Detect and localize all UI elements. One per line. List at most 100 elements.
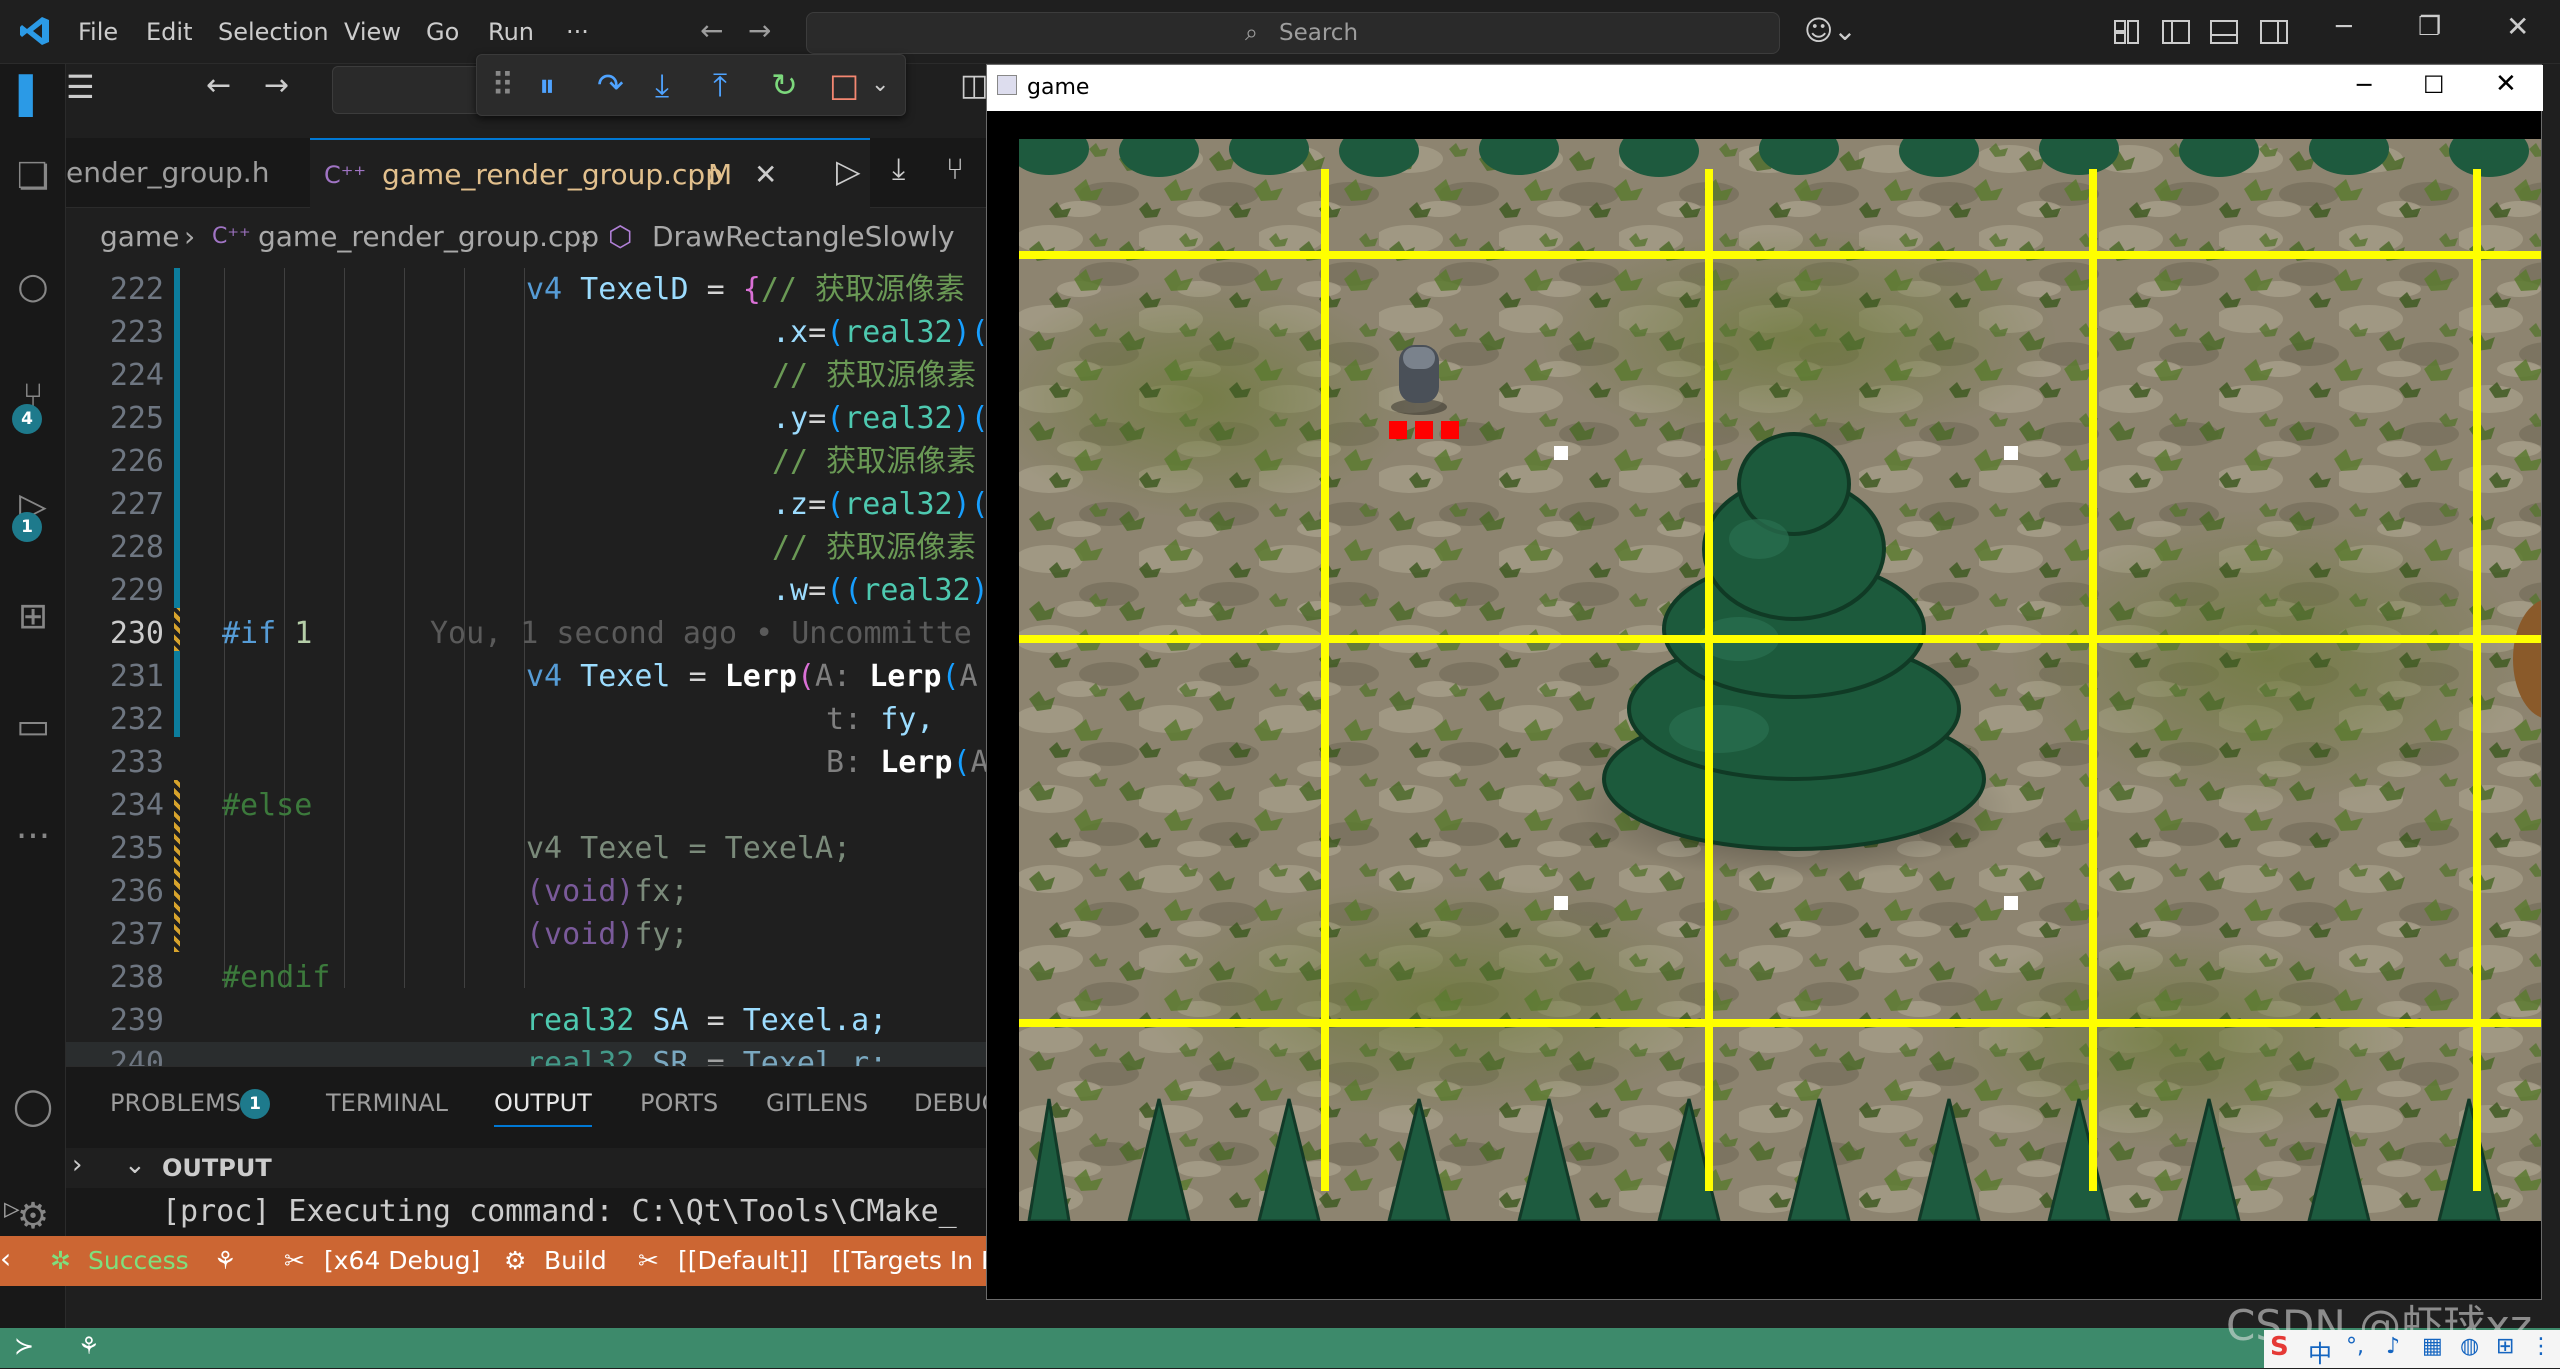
copilot-icon[interactable]: ☺⌄ (1804, 14, 1857, 47)
build-targets[interactable]: [[Targets In P (832, 1246, 996, 1275)
close-icon[interactable]: ✕ (2506, 10, 2529, 43)
toolbox-icon[interactable]: ⊞ (2496, 1334, 2514, 1359)
grid-line-vertical (2473, 169, 2481, 1191)
layout-customize-icon[interactable] (2114, 20, 2140, 44)
toggle-sidebar-icon[interactable] (2162, 20, 2190, 44)
extensions-icon[interactable]: ⊞ (0, 584, 66, 650)
editor-tabs: ender_group.h C⁺⁺ game_render_group.cpp … (66, 138, 986, 208)
code-line: 239 real32 SA = Texel.a; (109, 1003, 888, 1038)
sogou-ime-icon[interactable]: S (2270, 1332, 2289, 1362)
skin-icon[interactable]: ◍ (2460, 1334, 2479, 1359)
close-icon[interactable]: ✕ (2495, 69, 2517, 99)
debug-icon[interactable]: ⚘ (78, 1332, 100, 1360)
grid-line-vertical (1321, 169, 1329, 1191)
tab-ports[interactable]: PORTS (640, 1089, 718, 1117)
menu-file[interactable]: File (78, 18, 118, 46)
split-editor-icon[interactable]: ◫ (960, 68, 988, 103)
punctuation-icon[interactable]: °, (2346, 1334, 2364, 1359)
explorer-icon[interactable]: ❏ (0, 144, 66, 210)
breadcrumb-folder[interactable]: game (100, 220, 179, 253)
code-line: 236 (void)fx; (109, 874, 689, 909)
step-into-icon[interactable]: ⤓ (655, 63, 669, 107)
configure-preset[interactable]: [[Default]] (678, 1246, 808, 1275)
restore-icon[interactable]: ❐ (2418, 12, 2441, 42)
accounts-icon[interactable]: ◯ (0, 1074, 66, 1140)
command-center-search[interactable]: ⌕ Search (806, 12, 1780, 54)
vscode-logo-icon (20, 17, 49, 45)
step-out-icon[interactable]: ⤒ (713, 63, 727, 107)
game-scene (1019, 139, 2541, 1221)
menu-icon[interactable]: ⋮ (2530, 1334, 2552, 1359)
tab-output[interactable]: OUTPUT (494, 1089, 592, 1127)
remote-icon[interactable]: ≻ (14, 1332, 34, 1360)
tab-problems[interactable]: PROBLEMS (110, 1089, 241, 1117)
tab-gitlens[interactable]: GITLENS (766, 1089, 868, 1117)
microphone-icon[interactable]: ♪ (2386, 1334, 2400, 1359)
nav-back-icon[interactable]: ← (700, 14, 723, 47)
minimize-icon[interactable]: ─ (2357, 71, 2371, 99)
remote-explorer-icon[interactable]: ▭ (0, 694, 66, 760)
menu-more[interactable]: ··· (566, 18, 589, 46)
ime-mode[interactable]: 中 (2308, 1334, 2332, 1369)
pause-icon[interactable]: ⏸ (539, 63, 555, 107)
menu-run[interactable]: Run (488, 18, 534, 46)
more-views-icon[interactable]: ··· (0, 804, 66, 870)
step-over-icon[interactable]: ↷ (597, 63, 624, 107)
minimize-icon[interactable]: ─ (2336, 12, 2352, 42)
breadcrumb-symbol[interactable]: DrawRectangleSlowly (652, 220, 955, 253)
output-log: ▷ [proc] Executing command: C:\Qt\Tools\… (4, 1192, 986, 1236)
nav-forward-icon[interactable]: → (748, 14, 771, 47)
build-gear-icon: ⚙ (504, 1246, 527, 1275)
debug-dropdown-chevron-icon[interactable]: ⌄ (871, 63, 889, 107)
tab-close-icon[interactable]: ✕ (754, 140, 777, 210)
grid-line-vertical (2089, 169, 2097, 1191)
breadcrumb-file[interactable]: game_render_group.cpp (258, 220, 599, 253)
run-file-icon[interactable]: ▷ (836, 152, 861, 190)
remote-indicator-icon[interactable]: ‹ (0, 1242, 18, 1275)
output-section-title: OUTPUT (162, 1154, 272, 1182)
cmake-kit[interactable]: [x64 Debug] (324, 1246, 480, 1275)
forward-icon[interactable]: → (264, 68, 289, 103)
chevron-right-icon[interactable]: › (72, 1150, 82, 1180)
output-section-header[interactable]: › ⌄ OUTPUT (66, 1148, 986, 1188)
menu-view[interactable]: View (344, 18, 401, 46)
debug-toolbar: ⠿ ⏸ ↷ ⤓ ⤒ ↻ □ ⌄ (476, 54, 906, 116)
preset-icon: ✂ (638, 1246, 659, 1275)
maximize-icon[interactable]: ☐ (2423, 71, 2445, 99)
game-window-titlebar[interactable]: game ─ ☐ ✕ (987, 65, 2543, 111)
hamburger-menu-icon[interactable]: ☰ (66, 68, 95, 106)
tab-terminal[interactable]: TERMINAL (326, 1089, 448, 1117)
code-line: 237 (void)fy; (109, 917, 689, 952)
chevron-right-icon: › (580, 220, 592, 253)
drag-handle-icon[interactable]: ⠿ (491, 63, 514, 107)
toggle-panel-icon[interactable] (2210, 20, 2238, 44)
chevron-right-icon: › (184, 220, 196, 253)
restart-icon[interactable]: ↻ (771, 63, 798, 107)
game-window[interactable]: game ─ ☐ ✕ (986, 64, 2543, 1300)
window-bottom-strip: ≻ ⚘ (0, 1328, 2560, 1368)
build-status[interactable]: Success (88, 1246, 189, 1275)
menu-selection[interactable]: Selection (218, 18, 329, 46)
code-editor[interactable]: 222 v4 TexelD = {// 获取源像素 223 .x=(real32)(… (66, 268, 986, 1066)
build-button[interactable]: Build (544, 1246, 607, 1275)
debug-run-icon[interactable]: ▷ (4, 1194, 20, 1224)
compare-changes-icon[interactable]: ⑂ (946, 152, 964, 187)
debug-launch-icon[interactable]: ⚘ (214, 1246, 236, 1275)
search-view-icon[interactable]: ○ (0, 254, 66, 320)
menu-edit[interactable]: Edit (146, 18, 192, 46)
white-marker (1554, 446, 1568, 460)
cpp-file-icon: C⁺⁺ (324, 161, 367, 189)
game-canvas[interactable] (1019, 139, 2541, 1221)
code-line: 240 real32 SR = Texel.r; (66, 1042, 986, 1066)
breadcrumb: game › C⁺⁺ game_render_group.cpp › ⬡ Dra… (66, 208, 986, 268)
tab-render-group-h[interactable]: ender_group.h (66, 138, 306, 208)
menu-go[interactable]: Go (426, 18, 459, 46)
system-tray: S 中 °, ♪ ▦ ◍ ⊞ ⋮ (2264, 1330, 2560, 1368)
code-line: 225 .y=(real32)( (109, 401, 986, 436)
tab-game-render-group-cpp[interactable]: C⁺⁺ game_render_group.cpp M ✕ (310, 138, 870, 208)
keyboard-icon[interactable]: ▦ (2422, 1334, 2443, 1359)
back-icon[interactable]: ← (206, 68, 231, 103)
debug-file-icon[interactable]: ⤓ (892, 152, 905, 187)
toggle-secondary-sidebar-icon[interactable] (2260, 20, 2288, 44)
stop-icon[interactable]: □ (829, 63, 859, 107)
